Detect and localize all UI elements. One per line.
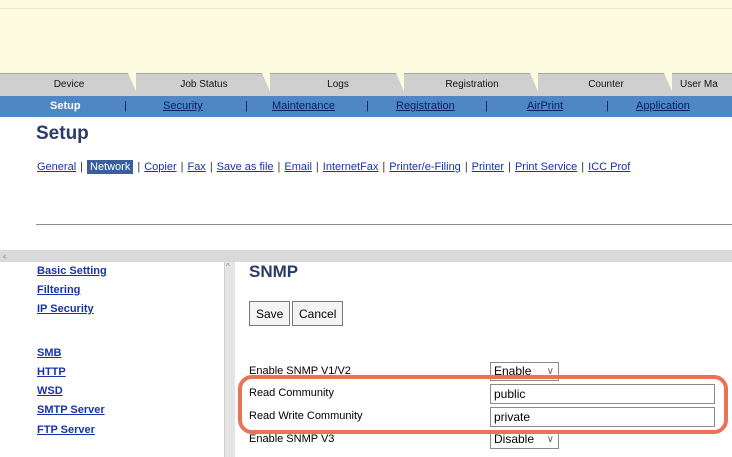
tab-job-status[interactable]: Job Status	[136, 73, 272, 96]
setup-link-printer[interactable]: Printer	[472, 161, 504, 173]
setup-link-separator: |	[382, 161, 386, 173]
tab-user-management[interactable]: User Ma	[672, 73, 732, 96]
sub-nav-setup[interactable]: Setup	[50, 96, 81, 117]
sub-nav-application[interactable]: Application	[636, 96, 690, 117]
tab-counter[interactable]: Counter	[538, 73, 674, 96]
top-banner	[0, 0, 732, 73]
setup-link-icc-profile[interactable]: ICC Prof	[588, 161, 630, 173]
setup-link-fax[interactable]: Fax	[187, 161, 205, 173]
setup-link-separator: |	[137, 161, 141, 173]
sidebar-item-smb[interactable]: SMB	[37, 347, 61, 359]
setup-link-internetfax[interactable]: InternetFax	[323, 161, 379, 173]
enable-snmp-v3-label: Enable SNMP V3	[249, 433, 335, 445]
setup-link-printer-efiling[interactable]: Printer/e-Filing	[389, 161, 461, 173]
setup-link-general[interactable]: General	[37, 161, 76, 173]
section-title: SNMP	[249, 262, 299, 281]
tab-logs[interactable]: Logs	[270, 73, 406, 96]
sub-nav-separator: |	[485, 100, 488, 112]
sidebar-item-http[interactable]: HTTP	[37, 366, 66, 378]
setup-link-print-service[interactable]: Print Service	[515, 161, 577, 173]
sidebar-item-filtering[interactable]: Filtering	[37, 284, 80, 296]
banner-divider	[0, 8, 732, 9]
network-sidebar: Basic Setting Filtering IP Security SMB …	[0, 262, 224, 457]
setup-category-links: General | Network | Copier | Fax | Save as file |…	[37, 158, 732, 178]
horizontal-scrollbar[interactable]: ‹	[0, 250, 732, 262]
tab-registration[interactable]: Registration	[404, 73, 540, 96]
cancel-button[interactable]: Cancel	[292, 301, 344, 326]
setup-link-email[interactable]: Email	[284, 161, 312, 173]
sidebar-item-smtp-server[interactable]: SMTP Server	[37, 404, 105, 416]
section-divider	[36, 224, 732, 225]
sidebar-item-ftp-server[interactable]: FTP Server	[37, 424, 95, 436]
sidebar-item-wsd[interactable]: WSD	[37, 385, 63, 397]
sub-nav-security[interactable]: Security	[163, 96, 203, 117]
setup-link-copier[interactable]: Copier	[144, 161, 176, 173]
scroll-left-icon[interactable]: ‹	[3, 250, 6, 262]
sub-nav-bar: Setup | Security | Maintenance | Registr…	[0, 96, 732, 117]
setup-link-separator: |	[508, 161, 511, 173]
setup-link-separator: |	[277, 161, 281, 173]
sub-nav-separator: |	[366, 100, 369, 112]
sidebar-item-basic-setting[interactable]: Basic Setting	[37, 265, 107, 277]
sub-nav-separator: |	[606, 100, 609, 112]
scroll-up-icon[interactable]: ^	[226, 262, 230, 271]
setup-link-separator: |	[315, 161, 319, 173]
setup-link-separator: |	[180, 161, 184, 173]
tab-device[interactable]: Device	[0, 73, 138, 96]
sub-nav-registration[interactable]: Registration	[396, 96, 455, 117]
sub-nav-maintenance[interactable]: Maintenance	[272, 96, 335, 117]
save-button[interactable]: Save	[249, 301, 291, 326]
setup-link-separator: |	[581, 161, 585, 173]
sub-nav-separator: |	[124, 100, 127, 112]
main-tab-bar: Device Job Status Logs Registration Coun…	[0, 73, 732, 96]
setup-link-separator: |	[80, 161, 83, 173]
vertical-scrollbar[interactable]: ^	[224, 262, 235, 457]
sub-nav-separator: |	[245, 100, 248, 112]
highlight-annotation	[238, 375, 728, 434]
page-title: Setup	[36, 123, 89, 144]
sidebar-item-ip-security[interactable]: IP Security	[37, 303, 94, 315]
app-window: Device Job Status Logs Registration Coun…	[0, 0, 732, 457]
setup-link-network[interactable]: Network	[87, 160, 134, 174]
setup-link-separator: |	[464, 161, 468, 173]
setup-link-save-as-file[interactable]: Save as file	[217, 161, 274, 173]
sub-nav-airprint[interactable]: AirPrint	[527, 96, 563, 117]
enable-snmp-v3-value: Disable	[494, 432, 535, 446]
setup-link-separator: |	[209, 161, 213, 173]
